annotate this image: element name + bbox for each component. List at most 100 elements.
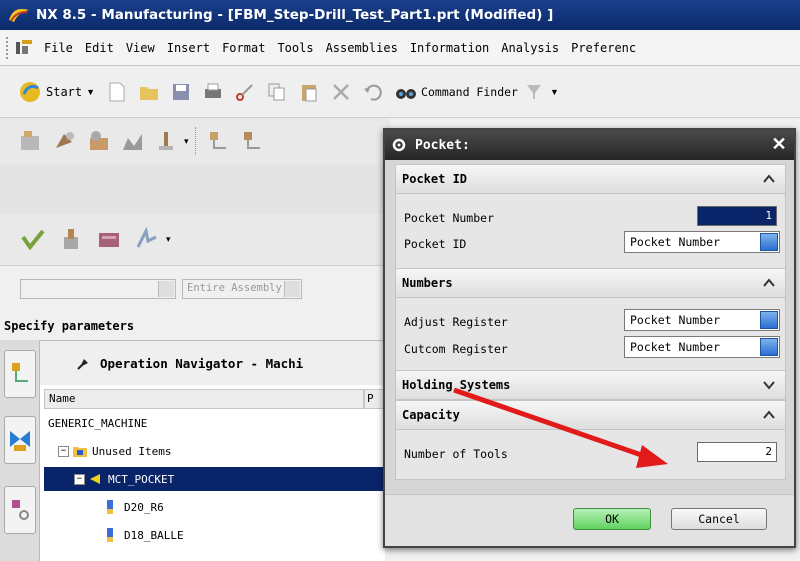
menu-information[interactable]: Information (404, 41, 495, 55)
tree-row-unused-items[interactable]: − Unused Items (44, 439, 385, 463)
ok-button[interactable]: OK (573, 508, 651, 530)
start-label: Start (46, 84, 83, 99)
program-order-view-icon[interactable] (206, 128, 232, 154)
tool-icon (107, 528, 113, 542)
create-operation-icon[interactable] (154, 128, 180, 154)
shop-docs-icon[interactable] (134, 226, 160, 253)
roles-icon (12, 500, 29, 520)
section-pocket-id-header[interactable]: Pocket ID (395, 164, 786, 194)
menu-format[interactable]: Format (216, 41, 271, 55)
manufacturing-toolbar: ▾ (0, 118, 390, 164)
number-of-tools-input[interactable]: 2 (697, 442, 777, 462)
standard-toolbar: Start ▼ Command Finder ▼ (0, 66, 800, 118)
navigator-tree-icon (12, 363, 28, 382)
start-icon (20, 81, 40, 102)
tree-row-label: D18_BALLE (124, 528, 184, 542)
chevron-down-icon[interactable] (761, 377, 777, 393)
collapse-toggle-icon[interactable]: − (74, 473, 85, 485)
chevron-down-icon[interactable]: ▼ (550, 87, 559, 97)
tree-row-generic-machine[interactable]: GENERIC_MACHINE (44, 411, 385, 435)
dropdown-value: Pocket Number (630, 340, 721, 354)
tree-row-label: GENERIC_MACHINE (48, 416, 148, 430)
postprocess-icon[interactable] (96, 227, 122, 253)
toolbar-separator (194, 127, 196, 155)
cancel-button[interactable]: Cancel (671, 508, 767, 530)
dialog-title: Pocket: (415, 137, 470, 153)
chevron-down-icon (760, 233, 778, 251)
folder-icon (73, 447, 87, 457)
create-program-icon[interactable] (18, 128, 44, 154)
tree-row-d20-r6[interactable]: D20_R6 (44, 495, 385, 519)
column-name[interactable]: Name (44, 389, 364, 409)
resource-tab-machine[interactable] (4, 416, 36, 464)
open-folder-icon[interactable] (138, 81, 160, 103)
section-title: Holding Systems (402, 378, 511, 392)
machine-icon (10, 431, 30, 451)
section-capacity-header[interactable]: Capacity (395, 400, 786, 430)
menu-view[interactable]: View (120, 41, 161, 55)
copy-icon[interactable] (266, 81, 288, 103)
create-method-icon[interactable] (120, 128, 146, 154)
section-numbers-body: Adjust Register Pocket Number Cutcom Reg… (395, 298, 786, 370)
toolbar-dock-area (0, 164, 385, 214)
start-button[interactable]: Start ▼ (18, 80, 95, 104)
undo-icon[interactable] (362, 81, 384, 103)
tree-row-mct-pocket[interactable]: − MCT_POCKET (44, 467, 385, 491)
tree-row-d18-balle[interactable]: D18_BALLE (44, 523, 385, 547)
selection-filter-icon[interactable] (523, 81, 545, 103)
pin-icon[interactable] (76, 355, 92, 371)
close-icon[interactable]: ✕ (768, 133, 790, 155)
menu-grip[interactable] (6, 36, 12, 59)
collapse-toggle-icon[interactable]: − (58, 445, 69, 457)
menu-file[interactable]: File (38, 41, 79, 55)
cutcom-register-dropdown[interactable]: Pocket Number (624, 336, 780, 358)
section-title: Capacity (402, 408, 460, 422)
create-tool-icon[interactable] (52, 128, 78, 154)
tree-row-label: D20_R6 (124, 500, 164, 514)
chevron-up-icon[interactable] (761, 275, 777, 291)
section-title: Pocket ID (402, 172, 468, 186)
pocket-number-input[interactable]: 1 (697, 206, 777, 226)
column-p[interactable]: P (364, 389, 385, 409)
resource-tab-navigator[interactable] (4, 350, 36, 398)
create-geometry-icon[interactable] (86, 128, 112, 154)
menu-tools[interactable]: Tools (271, 41, 319, 55)
dialog-title-bar[interactable]: Pocket: (385, 130, 794, 160)
menu-app-icon[interactable] (14, 38, 34, 58)
generate-toolpath-icon[interactable] (58, 227, 84, 253)
menu-assemblies[interactable]: Assemblies (320, 41, 404, 55)
print-icon[interactable] (202, 81, 224, 103)
chevron-up-icon[interactable] (761, 407, 777, 423)
scope-dropdown[interactable]: Entire Assembly (182, 279, 302, 299)
chevron-up-icon[interactable] (761, 171, 777, 187)
cut-icon[interactable] (234, 81, 256, 103)
menu-preferences[interactable]: Preferenc (565, 41, 642, 55)
chevron-down-icon (158, 281, 174, 297)
menu-edit[interactable]: Edit (79, 41, 120, 55)
adjust-register-dropdown[interactable]: Pocket Number (624, 309, 780, 331)
machine-tool-view-icon[interactable] (240, 128, 266, 154)
command-finder-button[interactable]: Command Finder (395, 83, 518, 101)
delete-icon[interactable] (330, 81, 352, 103)
verify-icon[interactable] (20, 227, 46, 253)
toolbar-overflow[interactable]: ▾ (166, 234, 171, 245)
save-icon[interactable] (170, 81, 192, 103)
toolbar-overflow[interactable]: ▾ (184, 136, 189, 147)
new-file-icon[interactable] (106, 81, 128, 103)
operation-navigator: Operation Navigator - Machi Name P GENER… (40, 340, 385, 561)
operation-toolbar: ▾ (0, 214, 385, 266)
menu-analysis[interactable]: Analysis (495, 41, 565, 55)
pocket-id-dropdown[interactable]: Pocket Number (624, 231, 780, 253)
type-filter-dropdown[interactable] (20, 279, 176, 299)
section-holding-systems-header[interactable]: Holding Systems (395, 370, 786, 400)
command-finder-label: Command Finder (421, 84, 518, 99)
tree-row-label: Unused Items (92, 444, 172, 458)
tree-row-label: MCT_POCKET (108, 472, 175, 486)
chevron-down-icon: ▼ (86, 86, 96, 97)
section-numbers-header[interactable]: Numbers (395, 268, 786, 298)
resource-tab-roles[interactable] (4, 486, 36, 534)
menu-insert[interactable]: Insert (161, 41, 216, 55)
paste-icon[interactable] (298, 81, 320, 103)
window-title-bar[interactable]: NX 8.5 - Manufacturing - [FBM_Step-Drill… (0, 0, 800, 30)
window-title: NX 8.5 - Manufacturing - [FBM_Step-Drill… (36, 7, 554, 23)
